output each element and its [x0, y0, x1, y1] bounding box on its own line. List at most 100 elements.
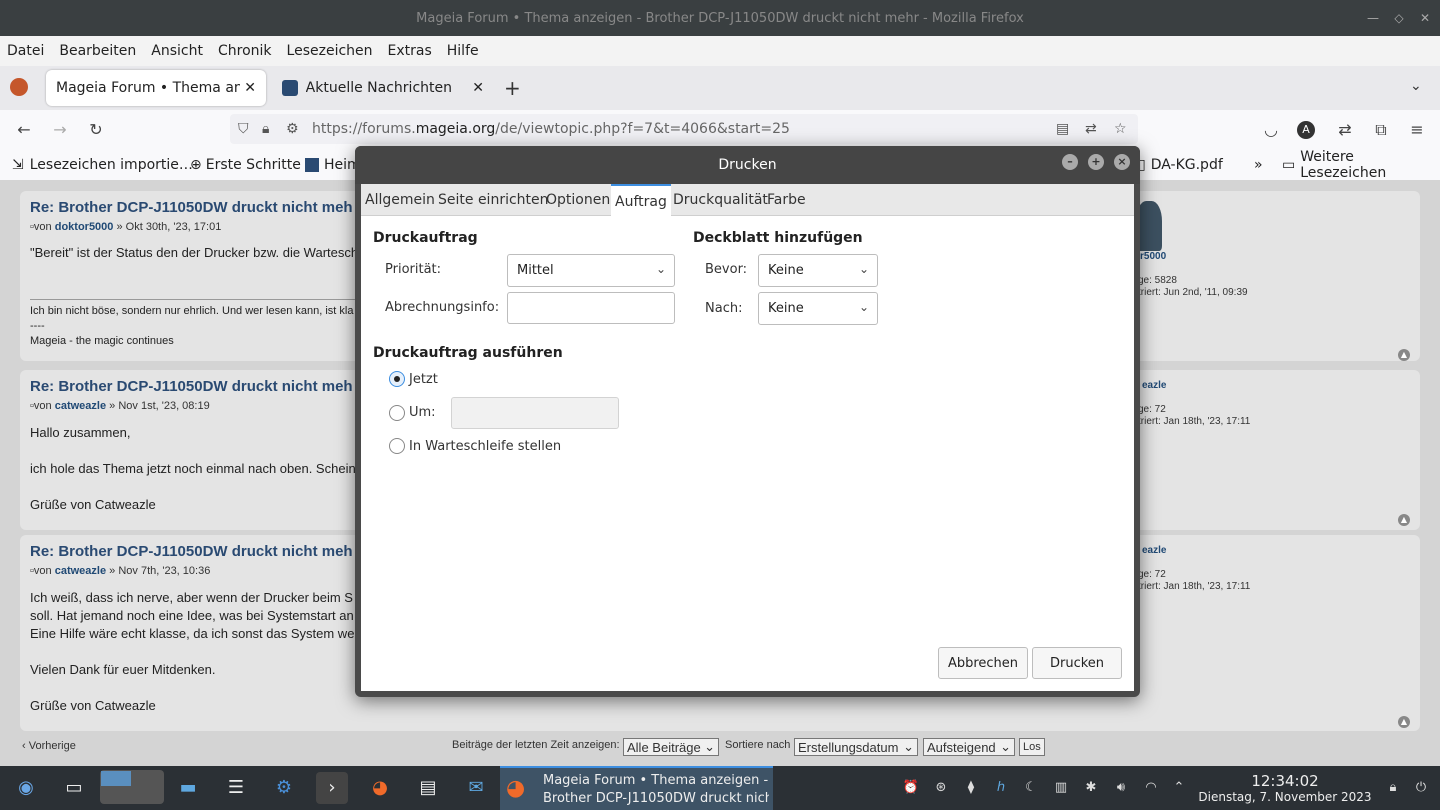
text-editor-icon[interactable]: ▤ — [412, 772, 444, 804]
dialog-maximize-icon[interactable]: + — [1088, 154, 1104, 170]
post-title[interactable]: Re: Brother DCP-J11050DW druckt nicht me… — [30, 199, 353, 216]
post-author[interactable]: doktor5000 — [55, 221, 114, 233]
translate-page-icon[interactable]: ⇄ — [1085, 121, 1097, 137]
profile-name[interactable]: eazle — [1142, 380, 1166, 391]
url-text[interactable]: https://forums.mageia.org/de/viewtopic.p… — [312, 121, 790, 137]
bookmark-import[interactable]: ⇲ Lesezeichen importie… — [12, 150, 193, 180]
tab-seite-einrichten[interactable]: Seite einrichten — [434, 184, 553, 216]
new-tab-icon[interactable]: + — [504, 76, 521, 100]
pager-icon[interactable] — [100, 770, 164, 804]
clock[interactable]: 12:34:02 Dienstag, 7. November 2023 — [1195, 772, 1375, 804]
radio-hold-label[interactable]: In Warteschleife stellen — [409, 439, 561, 454]
account-icon[interactable]: A — [1297, 121, 1315, 139]
mail-icon[interactable]: ✉ — [460, 772, 492, 804]
app-menu-icon[interactable]: ≡ — [1406, 119, 1428, 141]
taskbar-active-window[interactable]: ◕ Mageia Forum • Thema anzeigen - Brother… — [500, 766, 773, 810]
app-launcher-icon[interactable]: ◉ — [10, 772, 42, 804]
minimize-icon[interactable]: — — [1364, 9, 1382, 27]
bookmark-first-steps[interactable]: ⊕ Erste Schritte — [190, 150, 301, 180]
updates-icon[interactable]: ⊛ — [930, 777, 952, 799]
tab-aktuelle-nachrichten[interactable]: Aktuelle Nachrichten ✕ — [272, 70, 494, 106]
radio-at-label[interactable]: Um: — [409, 405, 436, 420]
reload-icon[interactable]: ↻ — [85, 119, 107, 141]
volume-icon[interactable]: 🔊︎ — [1110, 777, 1132, 799]
post-author[interactable]: catweazle — [55, 400, 106, 412]
menu-extras[interactable]: Extras — [388, 43, 432, 59]
back-to-top-icon[interactable]: ▲ — [1398, 716, 1410, 728]
file-manager-icon[interactable]: ▬ — [172, 772, 204, 804]
close-tab-icon[interactable]: ✕ — [472, 80, 484, 96]
dialog-minimize-icon[interactable]: – — [1062, 154, 1078, 170]
wifi-icon[interactable]: ◠ — [1140, 777, 1162, 799]
radio-at[interactable] — [389, 405, 405, 421]
lock-icon[interactable]: 🔒︎ — [262, 121, 280, 137]
forward-icon[interactable]: → — [49, 119, 71, 141]
clipboard-icon[interactable]: ▥ — [1050, 777, 1072, 799]
back-to-top-icon[interactable]: ▲ — [1398, 349, 1410, 361]
shield-icon[interactable]: ⛉ — [238, 121, 256, 137]
pocket-icon[interactable]: ◡ — [1260, 119, 1282, 141]
print-button[interactable]: Drucken — [1032, 647, 1122, 679]
tab-mageia-forum[interactable]: Mageia Forum • Thema anzeig ✕ — [46, 70, 266, 106]
billing-input[interactable] — [507, 292, 675, 324]
bookmark-more-folder[interactable]: ▭ Weitere Lesezeichen — [1282, 149, 1440, 181]
post-title[interactable]: Re: Brother DCP-J11050DW druckt nicht me… — [30, 543, 353, 560]
translate-icon[interactable]: ⇄ — [1334, 119, 1356, 141]
dialog-close-icon[interactable]: × — [1114, 154, 1130, 170]
post-author[interactable]: catweazle — [55, 565, 106, 577]
bookmark-heim[interactable]: Heim — [305, 150, 361, 180]
lock-screen-icon[interactable]: 🔒︎ — [1382, 777, 1404, 799]
profile-name[interactable]: r5000 — [1140, 251, 1166, 262]
back-to-top-icon[interactable]: ▲ — [1398, 514, 1410, 526]
after-combobox[interactable]: Keine ⌄ — [758, 292, 878, 325]
radio-now-label[interactable]: Jetzt — [409, 372, 438, 387]
tab-farbe[interactable]: Farbe — [763, 184, 810, 216]
power-icon[interactable]: ⏻ — [1410, 777, 1432, 799]
extensions-icon[interactable]: ⧉ — [1370, 119, 1392, 141]
close-tab-icon[interactable]: ✕ — [244, 80, 256, 96]
url-bar[interactable]: ⛉ 🔒︎ ⚙ https://forums.mageia.org/de/view… — [230, 114, 1138, 144]
close-window-icon[interactable]: ✕ — [1416, 9, 1434, 27]
menu-ansicht[interactable]: Ansicht — [151, 43, 203, 59]
back-icon[interactable]: ← — [13, 119, 35, 141]
settings-icon[interactable]: ☰ — [220, 772, 252, 804]
notifications-icon[interactable]: ⏰ — [900, 777, 922, 799]
order-select[interactable]: Aufsteigend ⌄ — [923, 738, 1015, 756]
menu-lesezeichen[interactable]: Lesezeichen — [287, 43, 373, 59]
show-desktop-icon[interactable]: ▭ — [58, 772, 90, 804]
terminal-icon[interactable]: › — [316, 772, 348, 804]
firefox-view-icon[interactable] — [10, 78, 28, 96]
bookmark-star-icon[interactable]: ☆ — [1114, 121, 1127, 137]
sort-select[interactable]: Erstellungsdatum ⌄ — [794, 738, 918, 756]
tab-optionen[interactable]: Optionen — [542, 184, 614, 216]
control-center-icon[interactable]: ⚙ — [268, 772, 300, 804]
menu-bearbeiten[interactable]: Bearbeiten — [59, 43, 136, 59]
cancel-button[interactable]: Abbrechen — [938, 647, 1028, 679]
radio-now[interactable] — [389, 371, 405, 387]
tab-allgemein[interactable]: Allgemein — [361, 184, 439, 216]
hp-icon[interactable]: ℎ — [990, 777, 1012, 799]
filter-select[interactable]: Alle Beiträge ⌄ — [623, 738, 719, 756]
bluetooth-icon[interactable]: ✱ — [1080, 777, 1102, 799]
menu-datei[interactable]: Datei — [7, 43, 44, 59]
profile-name[interactable]: eazle — [1142, 545, 1166, 556]
maximize-icon[interactable]: ◇ — [1390, 9, 1408, 27]
dropbox-icon[interactable]: ⧫ — [960, 777, 982, 799]
before-combobox[interactable]: Keine ⌄ — [758, 254, 878, 287]
reader-view-icon[interactable]: ▤ — [1056, 121, 1069, 137]
tab-auftrag[interactable]: Auftrag — [611, 184, 671, 217]
bookmarks-overflow-icon[interactable]: » — [1254, 150, 1263, 180]
menu-chronik[interactable]: Chronik — [218, 43, 272, 59]
previous-link[interactable]: ‹ Vorherige — [22, 740, 76, 752]
firefox-icon[interactable]: ◕ — [364, 772, 396, 804]
menu-hilfe[interactable]: Hilfe — [447, 43, 479, 59]
permissions-icon[interactable]: ⚙ — [286, 121, 304, 137]
tab-list-chevron-icon[interactable]: ⌄ — [1410, 78, 1422, 94]
post-title[interactable]: Re: Brother DCP-J11050DW druckt nicht me… — [30, 378, 353, 395]
go-button[interactable]: Los — [1019, 738, 1045, 756]
bookmark-pdf[interactable]: ▯ DA-KG.pdf — [1138, 150, 1223, 180]
tray-expand-icon[interactable]: ⌃ — [1168, 777, 1190, 799]
weather-icon[interactable]: ☾ — [1020, 777, 1042, 799]
tab-druckqualitaet[interactable]: Druckqualität — [669, 184, 772, 216]
priority-combobox[interactable]: Mittel ⌄ — [507, 254, 675, 287]
